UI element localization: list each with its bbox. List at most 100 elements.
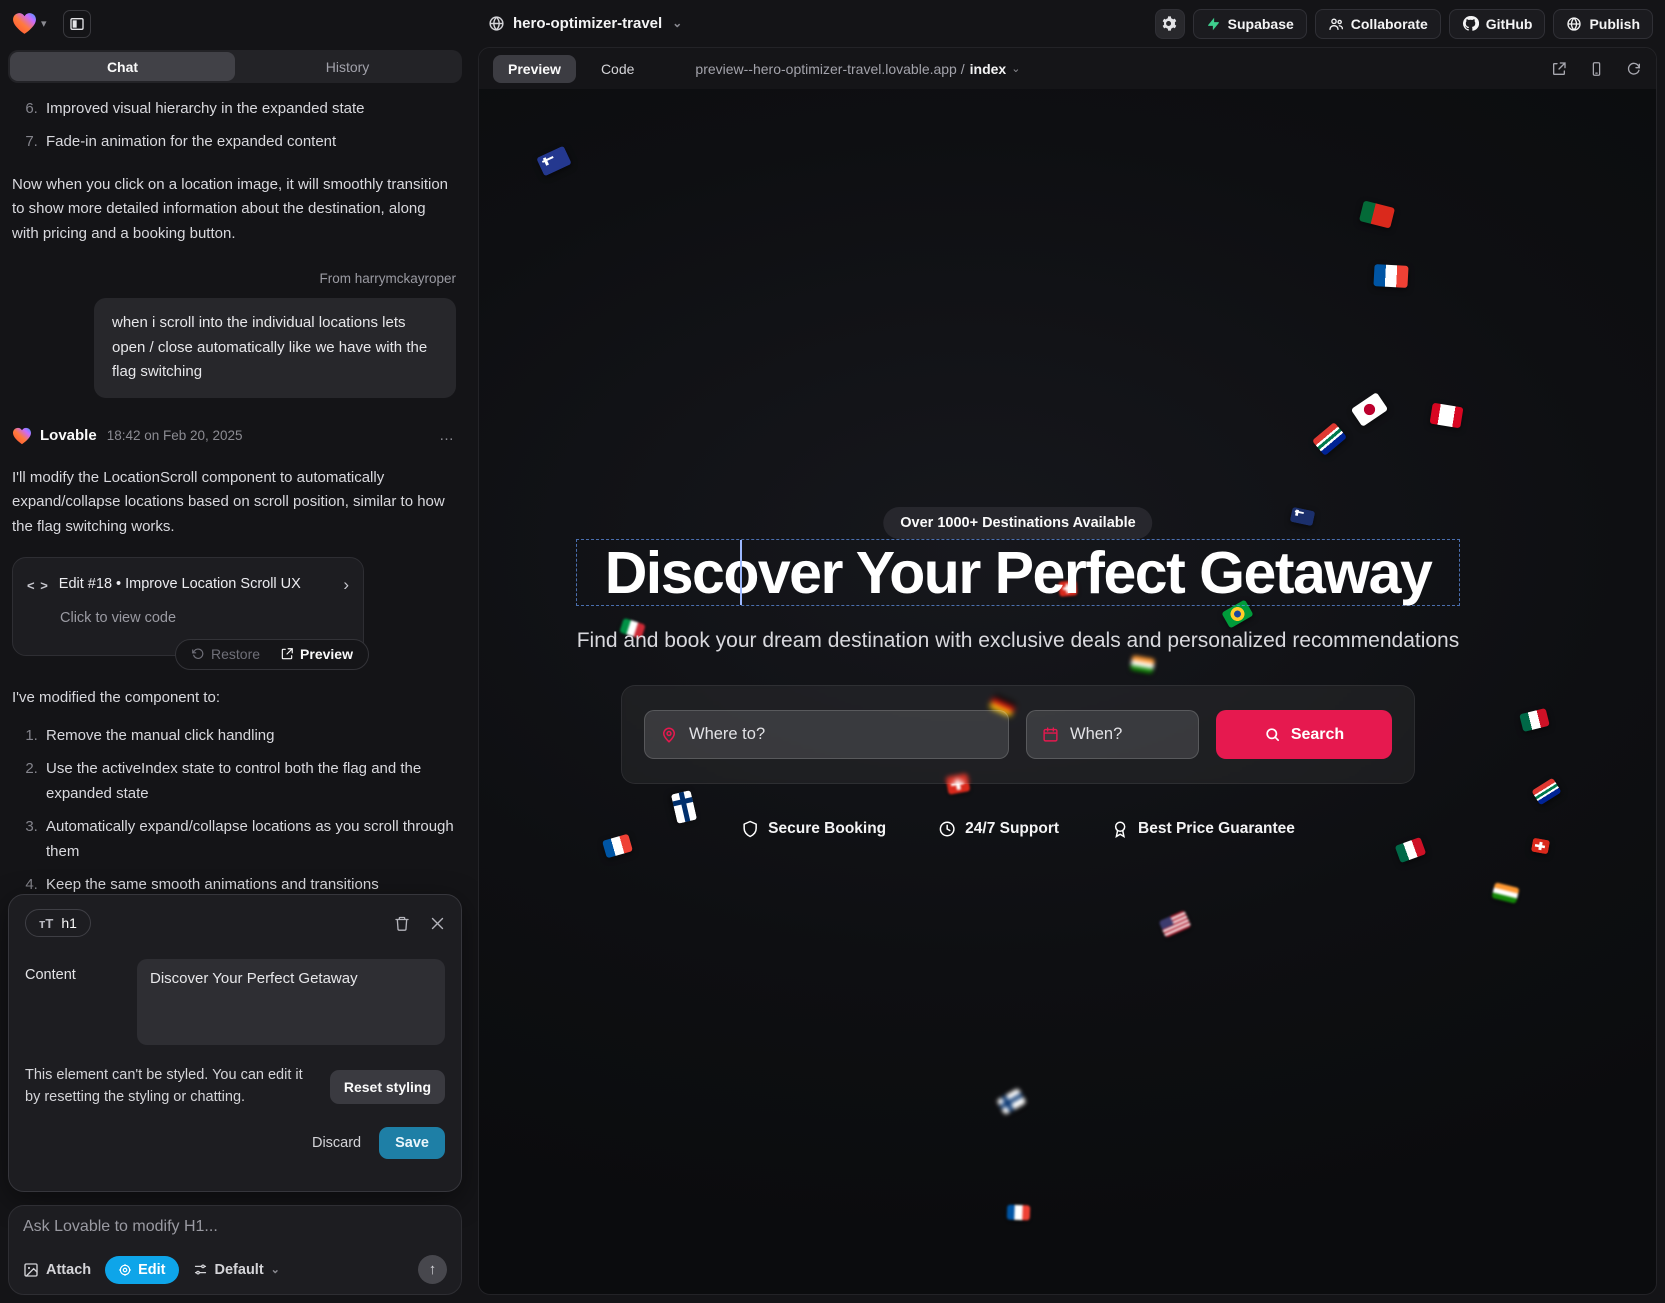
supabase-button[interactable]: Supabase (1193, 9, 1307, 39)
clock-icon (938, 820, 956, 838)
tab-chat[interactable]: Chat (10, 52, 235, 81)
chat-input-card: Attach Edit Default ⌄ ↑ (8, 1205, 462, 1295)
message-menu-button[interactable]: … (439, 424, 456, 448)
hero-section: Over 1000+ Destinations Available Discov… (479, 89, 1557, 1294)
topbar: ▾ hero-optimizer-travel ⌄ Supabase Colla… (0, 0, 1665, 47)
element-editor-panel: ᴛT h1 Content Discover Your Perfect Geta… (8, 894, 462, 1192)
content-field[interactable]: Discover Your Perfect Getaway (137, 959, 445, 1045)
trash-icon[interactable] (394, 915, 410, 932)
attach-label: Attach (46, 1262, 91, 1278)
rotate-ccw-icon (191, 647, 205, 661)
shield-icon (741, 820, 759, 838)
edit-label: Edit (138, 1262, 165, 1278)
typography-icon: ᴛT (39, 916, 53, 931)
assistant-name: Lovable (40, 424, 97, 448)
preview-url[interactable]: preview--hero-optimizer-travel.lovable.a… (695, 61, 1020, 77)
image-icon (23, 1262, 39, 1278)
prior-feature-list: Improved visual hierarchy in the expande… (42, 97, 456, 155)
users-icon (1328, 16, 1344, 32)
edit-card-subtitle: Click to view code (60, 607, 349, 631)
gear-icon (1161, 15, 1178, 32)
preview-version-button[interactable]: Preview (271, 643, 362, 666)
close-icon[interactable] (430, 916, 445, 931)
where-input[interactable]: Where to? (644, 710, 1009, 759)
model-mode-selector[interactable]: Default ⌄ (193, 1262, 280, 1278)
chat-messages[interactable]: Improved visual hierarchy in the expande… (0, 89, 472, 894)
tab-history[interactable]: History (235, 52, 460, 81)
mode-label: Default (215, 1262, 264, 1278)
external-link-icon (280, 647, 294, 661)
supabase-icon (1206, 16, 1221, 32)
chat-history-tabs: Chat History (8, 50, 462, 83)
reset-styling-button[interactable]: Reset styling (330, 1070, 445, 1104)
sliders-icon (193, 1262, 208, 1277)
chevron-right-icon: › (343, 571, 349, 599)
chevron-down-icon: ⌄ (1011, 62, 1020, 75)
list-item: Fade-in animation for the expanded conte… (42, 130, 456, 154)
url-page: index (970, 61, 1007, 77)
lovable-logo-menu[interactable]: ▾ (12, 12, 47, 35)
message-timestamp: 18:42 on Feb 20, 2025 (107, 425, 243, 447)
when-placeholder: When? (1070, 725, 1122, 744)
project-switcher[interactable]: hero-optimizer-travel ⌄ (488, 8, 682, 38)
search-card: Where to? When? Search (621, 685, 1415, 784)
arrow-up-icon: ↑ (429, 1261, 437, 1278)
trust-secure-booking: Secure Booking (741, 820, 886, 838)
hero-title-selection[interactable]: Discover Your Perfect Getaway (576, 539, 1460, 606)
lovable-heart-icon (12, 427, 32, 445)
element-tag-pill: ᴛT h1 (25, 909, 91, 937)
tab-preview[interactable]: Preview (493, 55, 576, 83)
github-button[interactable]: GitHub (1449, 9, 1546, 39)
publish-button[interactable]: Publish (1553, 9, 1653, 39)
trust-label: Secure Booking (768, 820, 886, 838)
trust-support: 24/7 Support (938, 820, 1059, 838)
open-in-new-tab-icon[interactable] (1551, 61, 1567, 77)
map-pin-icon (660, 726, 678, 744)
github-icon (1462, 15, 1479, 32)
lovable-heart-icon (12, 12, 37, 35)
chevron-down-icon: ⌄ (672, 16, 682, 30)
edit-mode-button[interactable]: Edit (105, 1256, 178, 1284)
trust-label: Best Price Guarantee (1138, 820, 1295, 838)
tab-code[interactable]: Code (586, 55, 649, 83)
destinations-badge: Over 1000+ Destinations Available (883, 507, 1152, 539)
sidebar-toggle-button[interactable] (63, 10, 91, 38)
element-tag-label: h1 (61, 915, 77, 931)
preview-chrome: Preview Code preview--hero-optimizer-tra… (479, 48, 1656, 89)
hero-subtitle: Find and book your dream destination wit… (568, 629, 1468, 653)
discard-button[interactable]: Discard (312, 1135, 361, 1151)
calendar-icon (1042, 726, 1059, 743)
list-item: Improved visual hierarchy in the expande… (42, 97, 456, 121)
message-author-label: From harrymckayroper (12, 268, 456, 290)
search-label: Search (1291, 726, 1344, 744)
search-button[interactable]: Search (1216, 710, 1392, 759)
save-button[interactable]: Save (379, 1127, 445, 1159)
collaborate-button[interactable]: Collaborate (1315, 9, 1441, 39)
version-actions-pill: Restore Preview (175, 639, 369, 670)
when-input[interactable]: When? (1026, 710, 1199, 759)
publish-label: Publish (1589, 16, 1640, 32)
edit-version-card[interactable]: < > Edit #18 • Improve Location Scroll U… (12, 557, 364, 655)
list-item: Automatically expand/collapse locations … (42, 815, 456, 864)
hero-title: Discover Your Perfect Getaway (605, 539, 1432, 607)
award-icon (1111, 820, 1129, 838)
settings-button[interactable] (1155, 9, 1185, 39)
chevron-down-icon: ⌄ (271, 1263, 280, 1276)
chevron-down-icon: ▾ (41, 17, 47, 30)
attach-button[interactable]: Attach (23, 1262, 91, 1278)
trust-best-price: Best Price Guarantee (1111, 820, 1295, 838)
url-base: preview--hero-optimizer-travel.lovable.a… (695, 61, 964, 77)
edit-card-title: Edit #18 • Improve Location Scroll UX (59, 573, 334, 597)
modification-steps-list: Remove the manual click handling Use the… (42, 724, 456, 894)
mobile-view-icon[interactable] (1589, 61, 1604, 77)
restore-button[interactable]: Restore (182, 643, 269, 666)
target-icon (118, 1263, 132, 1277)
assistant-paragraph: I'll modify the LocationScroll component… (12, 466, 456, 539)
chat-input[interactable] (23, 1218, 447, 1255)
collaborate-label: Collaborate (1351, 16, 1428, 32)
refresh-icon[interactable] (1626, 61, 1642, 77)
preview-panel: Preview Code preview--hero-optimizer-tra… (478, 47, 1657, 1295)
preview-label: Preview (300, 643, 353, 666)
code-icon: < > (27, 575, 49, 596)
send-button[interactable]: ↑ (418, 1255, 447, 1284)
